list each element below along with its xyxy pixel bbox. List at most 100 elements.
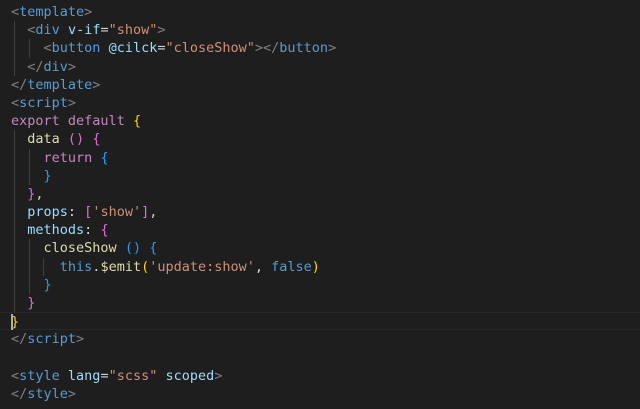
code-line[interactable]: methods: { [0, 221, 640, 240]
indent-guide [14, 203, 15, 222]
code-line[interactable] [0, 349, 640, 367]
code-line[interactable]: <script> [0, 94, 640, 112]
code-token: > [67, 385, 77, 402]
code-line[interactable]: <style lang="scss" scoped> [0, 367, 640, 385]
code-token: < [43, 40, 52, 57]
code-token: = [100, 367, 109, 384]
indent-guide [28, 257, 30, 276]
code-token: > [328, 40, 337, 57]
indent-guide [14, 294, 15, 313]
indent-guide [14, 130, 15, 149]
code-token: > [157, 22, 166, 39]
indent-guide [14, 21, 15, 40]
indent-guide [28, 166, 30, 185]
code-token: div [43, 58, 68, 75]
code-token: props [27, 204, 68, 221]
code-token: template [27, 76, 93, 93]
code-line[interactable]: } [0, 312, 640, 331]
code-token: 'show' [92, 204, 142, 221]
code-line[interactable]: <div v-if="show"> [0, 21, 640, 40]
indent-guide [28, 239, 30, 258]
code-token: ) [311, 258, 320, 275]
code-token: , [254, 258, 272, 275]
code-token: : [67, 204, 85, 221]
code-token: "show" [108, 22, 158, 39]
indent-guide [14, 148, 15, 167]
code-token: > [92, 76, 101, 93]
code-editor[interactable]: <template> <div v-if="show"> <button @ci… [0, 0, 640, 409]
code-token: { [149, 240, 158, 257]
code-token: "closeShow" [165, 40, 255, 57]
code-token: () [67, 131, 85, 148]
indent-guide [14, 57, 15, 76]
code-token: script [27, 331, 77, 348]
code-token: = [100, 22, 109, 39]
indent-guide [43, 257, 44, 276]
indent-guide [14, 275, 15, 294]
indent-guide [14, 166, 15, 185]
indent-guide [28, 148, 30, 167]
code-line[interactable]: </template> [0, 76, 640, 94]
indent-guide [14, 184, 15, 204]
code-line[interactable]: <button @cilck="closeShow"></button> [0, 39, 640, 58]
code-token: methods [27, 222, 85, 239]
code-line[interactable]: } [0, 275, 640, 294]
code-token: { [92, 131, 101, 148]
text-cursor [11, 314, 13, 331]
code-token: < [11, 4, 20, 20]
code-line[interactable]: props: ['show'], [0, 203, 640, 222]
code-token: { [132, 113, 142, 130]
code-token: default [67, 113, 125, 130]
code-line[interactable]: return { [0, 148, 640, 167]
code-token: { [100, 222, 109, 239]
code-token: </ [11, 331, 28, 348]
code-token: ( [141, 258, 150, 275]
code-line[interactable]: data () { [0, 130, 640, 149]
code-token: , [35, 185, 44, 202]
code-line[interactable]: <template> [0, 3, 640, 21]
code-line[interactable]: } [0, 294, 640, 313]
code-token: () [124, 240, 142, 257]
code-token: } [43, 276, 52, 293]
code-token: v-if [67, 22, 101, 39]
code-line[interactable]: this.$emit('update:show', false) [0, 257, 640, 276]
code-token: data [27, 131, 60, 148]
code-token: </ [27, 58, 44, 75]
indent-guide [14, 239, 15, 258]
code-token: } [43, 167, 52, 184]
code-token: </ [11, 385, 28, 402]
code-line[interactable]: </div> [0, 57, 640, 76]
indent-guide [14, 257, 15, 276]
indent-guide [28, 39, 30, 58]
code-token: lang [67, 367, 101, 384]
code-line[interactable]: }, [0, 184, 640, 204]
code-token: > [214, 367, 223, 384]
code-line[interactable]: closeShow () { [0, 239, 640, 258]
code-token: export [11, 113, 60, 130]
code-token: closeShow [43, 240, 117, 257]
code-token: > [76, 331, 85, 348]
code-token: 'update:show' [149, 258, 255, 275]
indent-guide [14, 39, 15, 58]
code-token: > [67, 94, 77, 111]
code-token: ></ [254, 40, 280, 57]
code-line[interactable]: export default { [0, 112, 640, 130]
code-token: false [271, 258, 312, 275]
code-line[interactable]: </style> [0, 385, 640, 403]
code-line[interactable]: </script> [0, 330, 640, 348]
code-token: "scss" [108, 367, 158, 384]
code-line[interactable]: } [0, 166, 640, 185]
code-token: = [157, 40, 166, 57]
code-token: button [279, 40, 329, 57]
code-token: { [100, 149, 109, 166]
code-token: script [19, 94, 68, 111]
